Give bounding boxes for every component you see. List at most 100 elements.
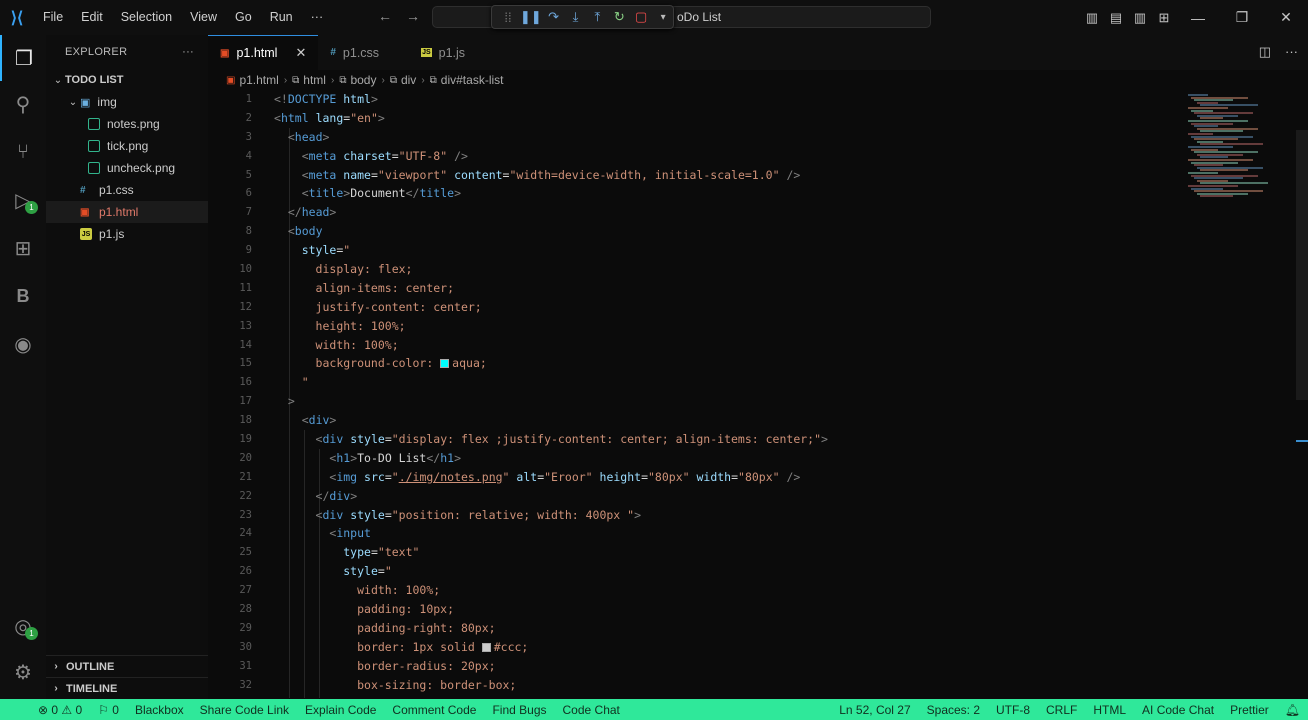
code-line[interactable]: <head> <box>274 128 1174 147</box>
menu-item-[interactable]: ··· <box>302 0 333 35</box>
forward-arrow-icon[interactable]: → <box>406 8 420 24</box>
tab-p1-js[interactable]: JS p1.js <box>409 35 495 70</box>
menu-item-selection[interactable]: Selection <box>112 0 181 35</box>
tab-p1-html[interactable]: ▣ p1.html ✕ <box>208 35 319 70</box>
status-item-left[interactable]: Comment Code <box>384 703 484 717</box>
tree-item-p1-js[interactable]: JS p1.js <box>46 223 208 245</box>
pause-icon[interactable]: ❚❚ <box>520 7 542 27</box>
breadcrumb-item[interactable]: ⧉ html <box>292 73 326 87</box>
minimize-icon[interactable]: — <box>1176 0 1220 35</box>
step-into-icon[interactable]: ⤓ <box>566 7 586 27</box>
status-item-right[interactable]: Spaces: 2 <box>919 703 988 717</box>
close-tab-icon[interactable]: ✕ <box>295 45 306 61</box>
code-editor[interactable]: 1 2 3 4 5 6 7 8 9 10 11 12 13 14 15 16 17 18 19 20 21 22 23 24 2… <box>208 90 1308 699</box>
breadcrumb-item[interactable]: ▣ p1.html <box>226 73 279 87</box>
code-line[interactable]: padding-right: 80px; <box>274 619 1174 638</box>
drag-grip-icon[interactable]: ⁞⁞ <box>498 7 518 27</box>
status-item-right[interactable]: Prettier <box>1222 703 1277 717</box>
code-line[interactable]: <title>Document</title> <box>274 184 1174 203</box>
restart-icon[interactable]: ↻ <box>609 7 629 27</box>
code-line[interactable]: <html lang="en"> <box>274 109 1174 128</box>
timeline-section[interactable]: › TIMELINE <box>46 677 208 699</box>
tree-item-uncheck-png[interactable]: uncheck.png <box>46 157 208 179</box>
code-line[interactable]: <meta charset="UTF-8" /> <box>274 147 1174 166</box>
menu-item-file[interactable]: File <box>34 0 72 35</box>
run-debug-icon[interactable]: ▷ 1 <box>0 177 46 223</box>
tree-item-tick-png[interactable]: tick.png <box>46 135 208 157</box>
menu-item-run[interactable]: Run <box>261 0 302 35</box>
code-line[interactable]: justify-content: center; <box>274 298 1174 317</box>
code-line[interactable]: <img src="./img/notes.png" alt="Eroor" h… <box>274 468 1174 487</box>
code-line[interactable]: width: 100%; <box>274 336 1174 355</box>
status-item-right[interactable]: CRLF <box>1038 703 1085 717</box>
step-over-icon[interactable]: ↷ <box>544 7 564 27</box>
folder-root[interactable]: ⌄ TODO LIST <box>46 69 208 91</box>
code-line[interactable]: height: 100%; <box>274 317 1174 336</box>
code-line[interactable]: display: flex; <box>274 260 1174 279</box>
toggle-secondary-sidebar-icon[interactable]: ▥ <box>1128 0 1152 35</box>
code-area[interactable]: <!DOCTYPE html> <html lang="en"> <head> <… <box>274 90 1174 695</box>
customize-layout-icon[interactable]: ⊞ <box>1152 0 1176 35</box>
code-line[interactable]: <div> <box>274 411 1174 430</box>
code-line[interactable]: <h1>To-DO List</h1> <box>274 449 1174 468</box>
chevron-down-icon[interactable]: ▾ <box>653 7 673 27</box>
code-line[interactable]: padding: 10px; <box>274 600 1174 619</box>
code-line[interactable]: width: 100%; <box>274 581 1174 600</box>
code-line[interactable]: </head> <box>274 203 1174 222</box>
code-line[interactable]: <body <box>274 222 1174 241</box>
color-swatch[interactable] <box>481 642 491 652</box>
status-item-left[interactable]: ⚐ 0 <box>90 703 127 717</box>
status-item-left[interactable]: Share Code Link <box>192 703 297 717</box>
status-item-right[interactable]: UTF-8 <box>988 703 1038 717</box>
status-item-left[interactable]: Explain Code <box>297 703 384 717</box>
breadcrumb-item[interactable]: ⧉ body <box>339 73 376 87</box>
extensions-icon[interactable]: ⊞ <box>0 225 46 271</box>
status-item-left[interactable]: Code Chat <box>555 703 628 717</box>
status-item-right[interactable]: Ln 52, Col 27 <box>831 703 918 717</box>
more-actions-icon[interactable]: ··· <box>1285 44 1298 60</box>
code-line[interactable]: <!DOCTYPE html> <box>274 90 1174 109</box>
vertical-scrollbar[interactable] <box>1296 130 1308 400</box>
stop-icon[interactable]: ▢ <box>631 7 651 27</box>
status-item-right[interactable]: AI Code Chat <box>1134 703 1222 717</box>
tree-item-notes-png[interactable]: notes.png <box>46 113 208 135</box>
code-line[interactable]: background-color: aqua; <box>274 354 1174 373</box>
explorer-more-icon[interactable]: ··· <box>182 46 194 58</box>
code-line[interactable]: box-sizing: border-box; <box>274 676 1174 695</box>
tree-item-p1-html[interactable]: ▣ p1.html <box>46 201 208 223</box>
status-item-left[interactable]: Find Bugs <box>484 703 554 717</box>
source-control-icon[interactable]: ⑂ <box>0 129 46 175</box>
code-line[interactable]: align-items: center; <box>274 279 1174 298</box>
outline-section[interactable]: › OUTLINE <box>46 655 208 677</box>
code-line[interactable]: style=" <box>274 241 1174 260</box>
code-line[interactable]: > <box>274 392 1174 411</box>
account-icon[interactable]: ◎ 1 <box>0 603 46 649</box>
explorer-icon[interactable]: ❐ <box>0 35 46 81</box>
menu-item-go[interactable]: Go <box>226 0 261 35</box>
blackbox-icon[interactable]: B <box>0 273 46 319</box>
code-line[interactable]: <meta name="viewport" content="width=dev… <box>274 166 1174 185</box>
menu-item-view[interactable]: View <box>181 0 226 35</box>
restore-icon[interactable]: ❐ <box>1220 0 1264 35</box>
code-line[interactable]: " <box>274 373 1174 392</box>
breadcrumb-item[interactable]: ⧉ div <box>390 73 416 87</box>
breadcrumb-item[interactable]: ⧉ div#task-list <box>430 73 504 87</box>
status-item-left[interactable]: ⊗ 0 ⚠ 0 <box>0 703 90 717</box>
github-icon[interactable]: ◉ <box>0 321 46 367</box>
toggle-panel-icon[interactable]: ▤ <box>1104 0 1128 35</box>
step-out-icon[interactable]: ⤒ <box>587 7 607 27</box>
code-line[interactable]: <input <box>274 524 1174 543</box>
menu-item-edit[interactable]: Edit <box>72 0 112 35</box>
code-line[interactable]: style=" <box>274 562 1174 581</box>
toggle-sidebar-icon[interactable]: ▥ <box>1080 0 1104 35</box>
code-line[interactable]: border: 1px solid #ccc; <box>274 638 1174 657</box>
code-line[interactable]: </div> <box>274 487 1174 506</box>
code-line[interactable]: <div style="display: flex ;justify-conte… <box>274 430 1174 449</box>
code-line[interactable]: <div style="position: relative; width: 4… <box>274 506 1174 525</box>
tree-item-img[interactable]: ⌄ ▣ img <box>46 91 208 113</box>
tree-item-p1-css[interactable]: # p1.css <box>46 179 208 201</box>
back-arrow-icon[interactable]: ← <box>378 8 392 24</box>
close-icon[interactable]: ✕ <box>1264 0 1308 35</box>
settings-gear-icon[interactable]: ⚙ <box>0 649 46 695</box>
status-item-right[interactable]: HTML <box>1085 703 1134 717</box>
